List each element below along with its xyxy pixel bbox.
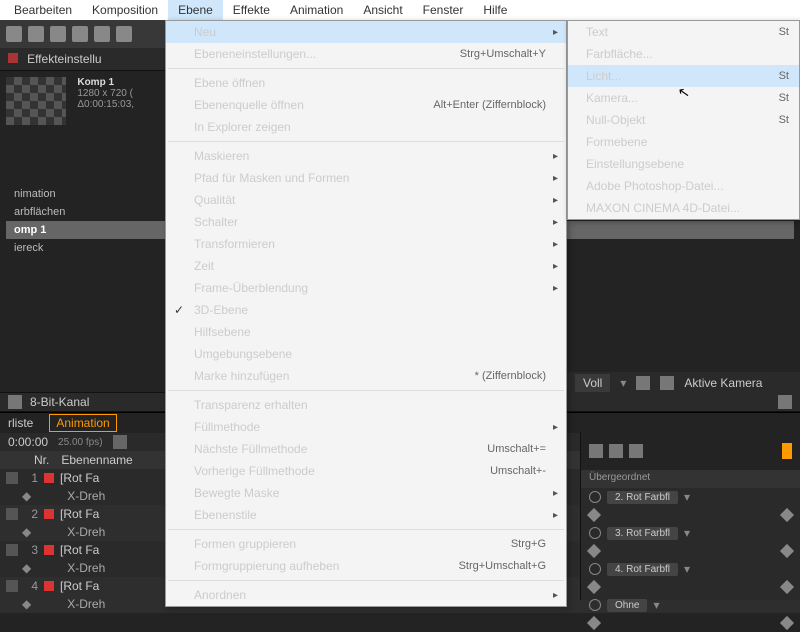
comp-info: Komp 1 1280 x 720 ( Δ0:00:15:03,	[77, 77, 134, 110]
menu-item[interactable]: Maskieren	[166, 145, 566, 167]
menu-item[interactable]: Ebeneneinstellungen...Strg+Umschalt+Y	[166, 43, 566, 65]
keyframe-row[interactable]	[581, 614, 800, 632]
parent-column-header: Übergeordnet	[581, 470, 800, 488]
menu-item[interactable]: Ebenenstile	[166, 504, 566, 526]
zoom-tool-icon[interactable]	[50, 26, 66, 42]
menu-item[interactable]: 3D-Ebene	[166, 299, 566, 321]
menu-animation[interactable]: Animation	[280, 0, 353, 20]
submenu-item[interactable]: TextSt	[568, 21, 799, 43]
menu-bearbeiten[interactable]: Bearbeiten	[4, 0, 82, 20]
menu-item[interactable]: Marke hinzufügen* (Ziffernblock)	[166, 365, 566, 387]
submenu-item[interactable]: Formebene	[568, 131, 799, 153]
menu-item[interactable]: Hilfsebene	[166, 321, 566, 343]
menu-item: Füllmethode	[166, 416, 566, 438]
new-submenu: TextStFarbfläche...Licht...StKamera...St…	[567, 20, 800, 220]
interpret-icon[interactable]	[8, 395, 22, 409]
submenu-item[interactable]: Adobe Photoshop-Datei...	[568, 175, 799, 197]
keyframe-row[interactable]	[581, 506, 800, 524]
timeline-tool-icon[interactable]	[629, 444, 643, 458]
pan-tool-icon[interactable]	[116, 26, 132, 42]
menu-item: Bewegte Maske	[166, 482, 566, 504]
menu-item: Qualität	[166, 189, 566, 211]
menu-item: Formgruppierung aufhebenStrg+Umschalt+G	[166, 555, 566, 577]
parent-row[interactable]: 3. Rot Farbfl▾	[581, 524, 800, 542]
submenu-item[interactable]: MAXON CINEMA 4D-Datei...	[568, 197, 799, 219]
menu-item: Formen gruppierenStrg+G	[166, 533, 566, 555]
record-icon	[8, 53, 18, 63]
parent-row[interactable]: 2. Rot Farbfl▾	[581, 488, 800, 506]
menu-fenster[interactable]: Fenster	[413, 0, 474, 20]
menu-item[interactable]: Neu	[166, 21, 566, 43]
hand-tool-icon[interactable]	[28, 26, 44, 42]
menubar: BearbeitenKompositionEbeneEffekteAnimati…	[0, 0, 800, 20]
timeline-tool-icon[interactable]	[589, 444, 603, 458]
menu-item[interactable]: Schalter	[166, 211, 566, 233]
menu-item[interactable]: Transformieren	[166, 233, 566, 255]
menu-hilfe[interactable]: Hilfe	[473, 0, 517, 20]
viewer-controls: Voll ▾ Aktive Kamera	[567, 372, 800, 394]
selection-tool-icon[interactable]	[6, 26, 22, 42]
keyframe-row[interactable]	[581, 578, 800, 596]
menu-effekte[interactable]: Effekte	[223, 0, 280, 20]
timeline-tab[interactable]: Animation	[49, 414, 116, 432]
timeline-tab[interactable]: rliste	[8, 416, 33, 430]
menu-item[interactable]: Zeit	[166, 255, 566, 277]
camera-dropdown[interactable]: Aktive Kamera	[684, 376, 762, 390]
menu-item: Umgebungsebene	[166, 343, 566, 365]
playhead-icon[interactable]	[782, 443, 792, 459]
timeline-right: Übergeordnet 2. Rot Farbfl▾ 3. Rot Farbfl…	[580, 432, 800, 600]
submenu-item[interactable]: Farbfläche...	[568, 43, 799, 65]
parent-row[interactable]: 4. Rot Farbfl▾	[581, 560, 800, 578]
search-icon[interactable]	[113, 435, 127, 449]
grid-icon[interactable]	[636, 376, 650, 390]
menu-item: Nächste FüllmethodeUmschalt+=	[166, 438, 566, 460]
menu-item: Vorherige FüllmethodeUmschalt+-	[166, 460, 566, 482]
menu-ebene[interactable]: Ebene	[168, 0, 223, 20]
bit-depth-button[interactable]: 8-Bit-Kanal	[30, 395, 89, 409]
layer-menu-dropdown: NeuEbeneneinstellungen...Strg+Umschalt+Y…	[165, 20, 567, 607]
camera-tool-icon[interactable]	[94, 26, 110, 42]
rotate-tool-icon[interactable]	[72, 26, 88, 42]
parent-row[interactable]: Ohne▾	[581, 596, 800, 614]
timecode[interactable]: 0:00:00	[8, 435, 48, 449]
menu-item[interactable]: Ebene öffnen	[166, 72, 566, 94]
menu-item[interactable]: Pfad für Masken und Formen	[166, 167, 566, 189]
keyframe-row[interactable]	[581, 542, 800, 560]
submenu-item[interactable]: Null-ObjektSt	[568, 109, 799, 131]
comp-thumbnail[interactable]	[6, 77, 66, 125]
timeline-tool-icon[interactable]	[609, 444, 623, 458]
menu-item[interactable]: In Explorer zeigen	[166, 116, 566, 138]
menu-item: Transparenz erhalten	[166, 394, 566, 416]
menu-item[interactable]: Frame-Überblendung	[166, 277, 566, 299]
mask-icon[interactable]	[660, 376, 674, 390]
menu-ansicht[interactable]: Ansicht	[353, 0, 412, 20]
menu-item[interactable]: Anordnen	[166, 584, 566, 606]
search-icon[interactable]	[778, 395, 792, 409]
submenu-item[interactable]: Einstellungsebene	[568, 153, 799, 175]
menu-item[interactable]: Ebenenquelle öffnenAlt+Enter (Ziffernblo…	[166, 94, 566, 116]
menu-komposition[interactable]: Komposition	[82, 0, 168, 20]
zoom-dropdown[interactable]: Voll	[575, 374, 610, 392]
